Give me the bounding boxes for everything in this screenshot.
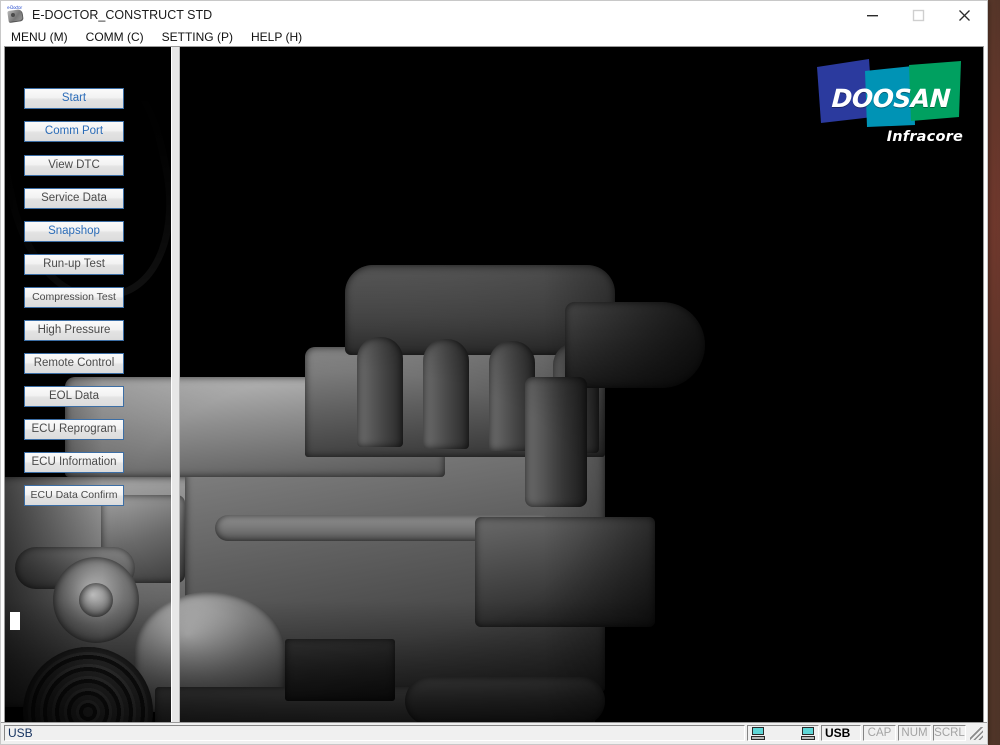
left-edge-artifact <box>10 612 20 630</box>
close-icon <box>958 9 970 21</box>
app-icon-detail <box>11 13 15 17</box>
doosan-wordmark: DOOSAN <box>830 84 952 113</box>
sidebar-button-comm-port[interactable]: Comm Port <box>24 121 124 142</box>
sidebar-button-high-pressure[interactable]: High Pressure <box>24 320 124 341</box>
close-button[interactable] <box>941 1 987 29</box>
sidebar-button-snapshop[interactable]: Snapshop <box>24 221 124 242</box>
resize-grip[interactable] <box>968 725 984 741</box>
edoctor-app-icon: e-Doctor <box>6 5 28 25</box>
computer-icon <box>751 726 765 740</box>
maximize-icon <box>912 9 924 21</box>
window-title: E-DOCTOR_CONSTRUCT STD <box>32 8 213 22</box>
menu-item-comm[interactable]: COMM (C) <box>86 29 153 46</box>
menu-item-setting[interactable]: SETTING (P) <box>162 29 242 46</box>
application-window: e-Doctor E-DOCTOR_CONSTRUCT STD MENU (M)… <box>0 0 988 745</box>
function-button-sidebar: Start Comm Port View DTC Service Data Sn… <box>5 47 171 722</box>
doosan-subtitle: Infracore <box>886 129 963 145</box>
sidebar-button-start[interactable]: Start <box>24 88 124 109</box>
sidebar-button-view-dtc[interactable]: View DTC <box>24 155 124 176</box>
sidebar-button-remote-control[interactable]: Remote Control <box>24 353 124 374</box>
minimize-icon <box>866 14 878 16</box>
window-controls <box>849 1 987 29</box>
computer-icon <box>801 726 815 740</box>
sidebar-button-ecu-information[interactable]: ECU Information <box>24 452 124 473</box>
status-bar: USB USB CAP NUM SCRL <box>1 722 987 744</box>
sidebar-button-eol-data[interactable]: EOL Data <box>24 386 124 407</box>
status-message: USB <box>4 725 745 741</box>
client-area: Start Comm Port View DTC Service Data Sn… <box>4 46 984 722</box>
sidebar-button-compression-test[interactable]: Compression Test <box>24 287 124 308</box>
menu-item-help[interactable]: HELP (H) <box>251 29 311 46</box>
panel-splitter[interactable] <box>171 47 180 722</box>
sidebar-button-service-data[interactable]: Service Data <box>24 188 124 209</box>
status-flag-caps: CAP <box>863 725 896 741</box>
status-flag-scroll: SCRL <box>933 725 966 741</box>
status-interface: USB <box>821 725 861 741</box>
sidebar-button-ecu-data-confirm[interactable]: ECU Data Confirm <box>24 485 124 506</box>
doosan-logo: DOOSAN Infracore <box>813 57 965 153</box>
maximize-button[interactable] <box>895 1 941 29</box>
app-icon-body <box>7 9 24 23</box>
sidebar-button-ecu-reprogram[interactable]: ECU Reprogram <box>24 419 124 440</box>
sidebar-button-run-up-test[interactable]: Run-up Test <box>24 254 124 275</box>
minimize-button[interactable] <box>849 1 895 29</box>
status-connection-icons <box>747 725 819 741</box>
menu-item-menu[interactable]: MENU (M) <box>11 29 77 46</box>
title-bar: e-Doctor E-DOCTOR_CONSTRUCT STD <box>1 1 987 29</box>
status-flag-num: NUM <box>898 725 931 741</box>
menu-bar: MENU (M) COMM (C) SETTING (P) HELP (H) <box>1 29 987 46</box>
